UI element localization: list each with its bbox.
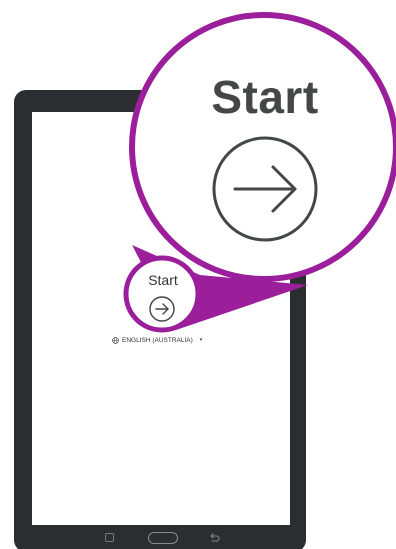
chevron-down-icon: ▾ [199, 337, 203, 343]
back-icon[interactable] [207, 531, 221, 545]
magnified-start-label: Start [211, 71, 319, 123]
home-button-icon[interactable] [148, 532, 178, 544]
globe-icon [112, 336, 119, 344]
recent-apps-icon[interactable] [105, 533, 114, 542]
language-selector[interactable]: ENGLISH (AUSTRALIA) ▾ [112, 334, 202, 346]
language-label: ENGLISH (AUSTRALIA) [122, 336, 193, 344]
start-label-highlighted[interactable]: Start [133, 272, 193, 288]
magnified-arrow-right-circle-icon [212, 136, 318, 242]
arrow-right-circle-icon[interactable] [148, 295, 176, 323]
setup-screen-illustration: Start ENGLISH (AUSTRALIA) ▾ Start Start [0, 0, 396, 549]
